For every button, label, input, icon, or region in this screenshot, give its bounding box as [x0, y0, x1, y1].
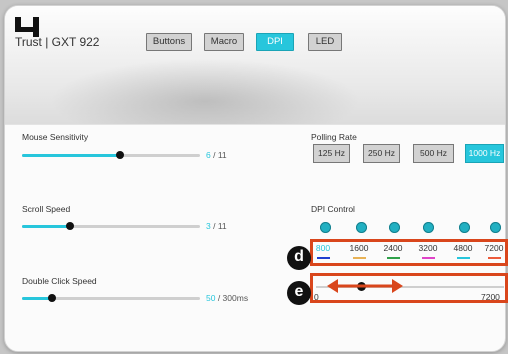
app-title: Trust | GXT 922 [15, 35, 100, 49]
tab-led[interactable]: LED [308, 33, 342, 51]
polling-500-button[interactable]: 500 Hz [413, 144, 454, 163]
mouse-sensitivity-knob[interactable] [115, 151, 124, 159]
polling-1000-button[interactable]: 1000 Hz [465, 144, 504, 163]
tab-buttons[interactable]: Buttons [146, 33, 192, 51]
dpi-level-6-toggle[interactable] [490, 222, 501, 233]
double-arrow-icon [327, 279, 403, 293]
scroll-speed-fill [22, 225, 71, 228]
tab-macro[interactable]: Macro [204, 33, 244, 51]
tab-dpi[interactable]: DPI [256, 33, 294, 51]
dpi-level-3-toggle[interactable] [389, 222, 400, 233]
dpi-level-1-toggle[interactable] [320, 222, 331, 233]
dpi-levels-highlight-box [310, 239, 508, 266]
dpi-level-5-toggle[interactable] [459, 222, 470, 233]
mouse-sensitivity-slider[interactable] [22, 151, 200, 159]
double-click-speed-slider[interactable] [22, 294, 200, 302]
mouse-sensitivity-fill [22, 154, 120, 157]
scroll-speed-knob[interactable] [66, 222, 75, 230]
scroll-speed-value: 3 / 11 [206, 221, 227, 231]
header-area [5, 6, 505, 125]
mouse-sensitivity-value: 6 / 11 [206, 150, 227, 160]
dpi-level-2-toggle[interactable] [356, 222, 367, 233]
scroll-speed-slider[interactable] [22, 222, 200, 230]
polling-250-button[interactable]: 250 Hz [363, 144, 400, 163]
scroll-speed-label: Scroll Speed [22, 204, 71, 214]
double-click-speed-value: 50 / 300ms [206, 293, 249, 303]
annotation-marker-e: e [287, 281, 311, 305]
dpi-level-4-toggle[interactable] [423, 222, 434, 233]
double-click-speed-label: Double Click Speed [22, 276, 97, 286]
annotation-marker-d: d [287, 246, 311, 270]
dpi-control-label: DPI Control [311, 204, 355, 214]
polling-rate-label: Polling Rate [311, 132, 357, 142]
mouse-sensitivity-label: Mouse Sensitivity [22, 132, 89, 142]
polling-125-button[interactable]: 125 Hz [313, 144, 350, 163]
